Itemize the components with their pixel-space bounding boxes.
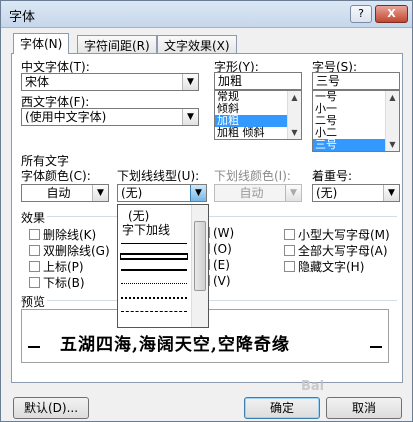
underline-style-label: 下划线线型(U): (117, 169, 200, 183)
preview-left-rule (28, 346, 40, 348)
underline-style-value: (无) (121, 186, 143, 200)
size-listbox[interactable]: 一号 小一 二号 小二 三号 ▲ ▼ (312, 90, 400, 152)
default-button[interactable]: 默认(D)... (13, 397, 89, 419)
preview-divider (47, 300, 397, 301)
hidden-text-checkbox[interactable]: 隐藏文字(H) (284, 258, 364, 275)
chevron-down-icon: ▼ (383, 185, 399, 201)
double-strikethrough-checkbox[interactable]: 双删除线(G) (29, 242, 110, 259)
close-button[interactable]: X (375, 5, 408, 23)
effects-divider (47, 216, 397, 217)
preview-sample-text: 五湖四海,海阔天空,空降奇缘 (60, 335, 290, 355)
underline-color-label: 下划线颜色(I): (214, 169, 291, 183)
underline-option-dotted[interactable] (121, 283, 187, 284)
tab-character-spacing[interactable]: 字符间距(R) (77, 35, 157, 53)
emphasis-mark-value: (无) (316, 186, 338, 200)
small-caps-checkbox[interactable]: 小型大写字母(M) (284, 226, 390, 243)
cn-font-select[interactable]: 宋体 ▼ (21, 73, 199, 91)
help-button[interactable]: ? (350, 5, 372, 23)
ok-button[interactable]: 确定 (244, 397, 320, 419)
scroll-up-icon[interactable]: ▲ (386, 91, 399, 104)
west-font-value: (使用中文字体) (25, 110, 107, 124)
underline-option-single[interactable] (121, 243, 187, 244)
scrollbar-thumb[interactable] (194, 221, 206, 291)
subscript-checkbox[interactable]: 下标(B) (29, 274, 85, 291)
emphasis-mark-label: 着重号: (312, 169, 353, 183)
preview-right-rule (370, 346, 382, 348)
strikethrough-checkbox[interactable]: 删除线(K) (29, 226, 96, 243)
chevron-down-icon: ▼ (182, 109, 198, 125)
tab-text-effects[interactable]: 文字效果(X) (157, 35, 237, 53)
superscript-checkbox[interactable]: 上标(P) (29, 258, 84, 275)
underline-color-select: 自动 ▼ (214, 184, 302, 202)
tab-font[interactable]: 字体(N) (13, 33, 70, 54)
font-color-select[interactable]: 自动 ▼ (21, 184, 109, 202)
scroll-up-icon[interactable]: ▲ (288, 91, 301, 104)
size-scrollbar[interactable]: ▲ ▼ (385, 91, 399, 151)
emphasis-mark-select[interactable]: (无) ▼ (312, 184, 400, 202)
watermark-logo: Bai (301, 379, 325, 394)
chevron-down-icon: ▼ (190, 185, 206, 201)
all-caps-checkbox[interactable]: 全部大写字母(A) (284, 242, 388, 259)
window-title: 字体 (9, 10, 36, 25)
chevron-down-icon: ▼ (285, 185, 301, 201)
style-listbox[interactable]: 常规 倾斜 加粗 加粗 倾斜 ▲ ▼ (214, 90, 302, 140)
font-color-label: 字体颜色(C): (21, 169, 91, 183)
chevron-down-icon: ▼ (92, 185, 108, 201)
effects-section-label: 效果 (21, 211, 46, 225)
underline-style-select[interactable]: (无) ▼ (117, 184, 207, 202)
chevron-down-icon: ▼ (182, 74, 198, 90)
underline-dropdown-scrollbar[interactable] (191, 205, 208, 327)
preview-section-label: 预览 (21, 295, 46, 309)
style-input[interactable]: 加粗 (214, 72, 302, 90)
font-dialog: 字体 ? X 字体(N) 字符间距(R) 文字效果(X) 中文字体(T): 宋体… (0, 0, 413, 422)
cancel-button[interactable]: 取消 (326, 397, 402, 419)
title-bar: 字体 ? X (1, 1, 412, 28)
underline-color-value: 自动 (239, 186, 264, 200)
underline-option-thick[interactable] (121, 269, 187, 271)
cn-font-value: 宋体 (25, 75, 50, 89)
west-font-select[interactable]: (使用中文字体) ▼ (21, 108, 199, 126)
size-input[interactable]: 三号 (312, 72, 400, 90)
scroll-down-icon[interactable]: ▼ (386, 138, 399, 151)
underline-option-double-selected[interactable] (120, 253, 188, 260)
underline-option-dashed[interactable] (121, 311, 187, 312)
scroll-down-icon[interactable]: ▼ (288, 126, 301, 139)
underline-dropdown-list[interactable]: (无) 字下加线 (117, 204, 209, 328)
underline-option-thick-dotted[interactable] (121, 297, 187, 299)
underline-option-words-only[interactable]: 字下加线 (122, 221, 170, 238)
font-color-value: 自动 (46, 186, 71, 200)
style-scrollbar[interactable]: ▲ ▼ (287, 91, 301, 139)
